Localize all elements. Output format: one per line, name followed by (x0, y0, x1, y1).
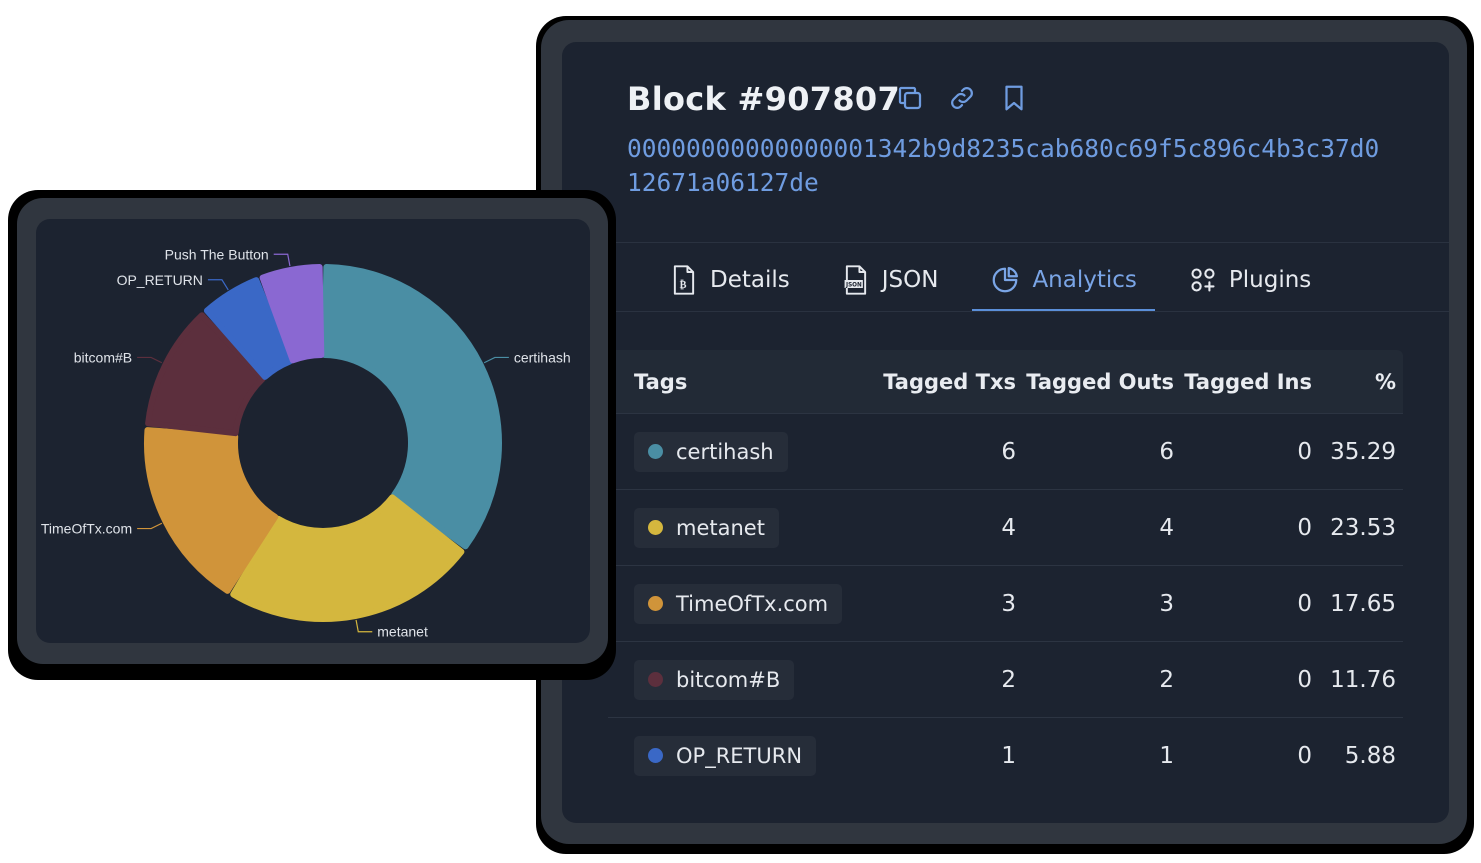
tag-name: certihash (676, 439, 774, 464)
tag-pill[interactable]: bitcom#B (634, 659, 795, 700)
apps-grid-icon (1191, 268, 1215, 292)
tagged-ins-cell: 0 (1297, 590, 1312, 617)
tag-cell: OP_RETURN (608, 735, 868, 776)
tag-pill[interactable]: OP_RETURN (634, 735, 817, 776)
svg-text:JSON: JSON (845, 283, 862, 289)
tag-color-dot (648, 748, 663, 763)
header-tags[interactable]: Tags (608, 370, 868, 394)
donut-label: OP_RETURN (117, 272, 203, 288)
header-tagged-txs[interactable]: Tagged Txs (868, 370, 1016, 394)
tag-color-dot (648, 672, 663, 687)
tab-analytics-label: Analytics (1032, 267, 1137, 293)
donut-label: TimeOfTx.com (41, 521, 132, 537)
tagged-outs-cell: 2 (1159, 666, 1174, 693)
header-tagged-outs[interactable]: Tagged Outs (1016, 370, 1174, 394)
percent-cell: 17.65 (1330, 590, 1396, 617)
tagged-outs-cell: 6 (1159, 438, 1174, 465)
tagged-ins-cell: 0 (1297, 742, 1312, 769)
tag-color-dot (648, 444, 663, 459)
tag-cell: certihash (608, 431, 868, 472)
percent-cell: 5.88 (1344, 742, 1396, 769)
link-icon[interactable] (944, 80, 980, 116)
svg-text:₿: ₿ (680, 279, 687, 291)
divider (607, 242, 1449, 243)
tag-name: OP_RETURN (676, 743, 803, 768)
block-title: Block #907807 (627, 80, 901, 118)
tag-pill[interactable]: certihash (634, 431, 788, 472)
header-percent[interactable]: % (1312, 370, 1396, 394)
donut-label: bitcom#B (74, 349, 132, 365)
title-actions (892, 80, 1032, 116)
donut-label: metanet (377, 624, 428, 640)
tag-color-dot (648, 596, 663, 611)
donut-leader-line (355, 619, 373, 633)
table-row[interactable]: metanet 4 4 0 23.53 (608, 489, 1403, 565)
tag-color-dot (648, 520, 663, 535)
document-bitcoin-icon: ₿ (673, 265, 695, 295)
table-row[interactable]: bitcom#B 2 2 0 11.76 (608, 641, 1403, 717)
donut-leader-line (137, 522, 163, 530)
tagged-outs-cell: 3 (1159, 590, 1174, 617)
table-body: certihash 6 6 0 35.29 metanet 4 4 0 23.53 TimeOfTx… (608, 413, 1403, 793)
percent-cell: 23.53 (1330, 514, 1396, 541)
block-hash[interactable]: 00000000000000001342b9d8235cab680c69f5c8… (627, 132, 1387, 200)
tab-analytics[interactable]: Analytics (972, 248, 1156, 312)
header-tagged-ins[interactable]: Tagged Ins (1174, 370, 1312, 394)
donut-slice-certihash[interactable] (321, 264, 502, 550)
tab-details-label: Details (710, 267, 790, 293)
tagged-outs-cell: 4 (1159, 514, 1174, 541)
copy-icon[interactable] (892, 80, 928, 116)
donut-leader-line (483, 356, 509, 364)
tagged-txs-cell: 6 (1001, 438, 1016, 465)
tag-name: TimeOfTx.com (676, 591, 829, 616)
tagged-ins-cell: 0 (1297, 666, 1312, 693)
donut-label: Push The Button (165, 246, 269, 262)
tag-cell: bitcom#B (608, 659, 868, 700)
block-panel: Block #907807 00000000000000001342b9d823… (562, 42, 1449, 823)
donut-leader-line (137, 356, 163, 364)
tags-table: Tags Tagged Txs Tagged Outs Tagged Ins %… (608, 350, 1403, 793)
tag-name: metanet (676, 515, 765, 540)
table-row[interactable]: OP_RETURN 1 1 0 5.88 (608, 717, 1403, 793)
tab-plugins[interactable]: Plugins (1171, 248, 1329, 312)
tag-pill[interactable]: metanet (634, 507, 779, 548)
tagged-ins-cell: 0 (1297, 438, 1312, 465)
divider (607, 311, 1449, 312)
tab-plugins-label: Plugins (1228, 267, 1312, 293)
tab-json-label: JSON (881, 267, 939, 293)
json-file-icon: JSON (844, 265, 866, 295)
table-header: Tags Tagged Txs Tagged Outs Tagged Ins % (608, 350, 1403, 413)
bookmark-icon[interactable] (996, 80, 1032, 116)
tab-json[interactable]: JSON JSON (824, 248, 957, 312)
tag-cell: metanet (608, 507, 868, 548)
donut-chart-card: certihash metanet TimeOfTx.com bitcom#B OP_R… (36, 219, 590, 643)
tab-details[interactable]: ₿ Details (652, 248, 808, 312)
percent-cell: 11.76 (1330, 666, 1396, 693)
tagged-txs-cell: 3 (1001, 590, 1016, 617)
tagged-outs-cell: 1 (1159, 742, 1174, 769)
tagged-txs-cell: 2 (1001, 666, 1016, 693)
pie-chart-icon (993, 267, 1019, 293)
tag-pill[interactable]: TimeOfTx.com (634, 583, 843, 624)
table-row[interactable]: certihash 6 6 0 35.29 (608, 413, 1403, 489)
tab-bar: ₿ Details JSON JSON Analytics Plugins (652, 248, 1345, 312)
donut-leader-line (273, 253, 291, 267)
table-row[interactable]: TimeOfTx.com 3 3 0 17.65 (608, 565, 1403, 641)
tagged-txs-cell: 4 (1001, 514, 1016, 541)
tag-name: bitcom#B (676, 667, 781, 692)
donut-chart: certihash metanet TimeOfTx.com bitcom#B OP_R… (41, 246, 571, 640)
percent-cell: 35.29 (1330, 438, 1396, 465)
tag-cell: TimeOfTx.com (608, 583, 868, 624)
tagged-ins-cell: 0 (1297, 514, 1312, 541)
tagged-txs-cell: 1 (1001, 742, 1016, 769)
donut-label: certihash (514, 349, 571, 365)
donut-leader-line (207, 279, 229, 291)
